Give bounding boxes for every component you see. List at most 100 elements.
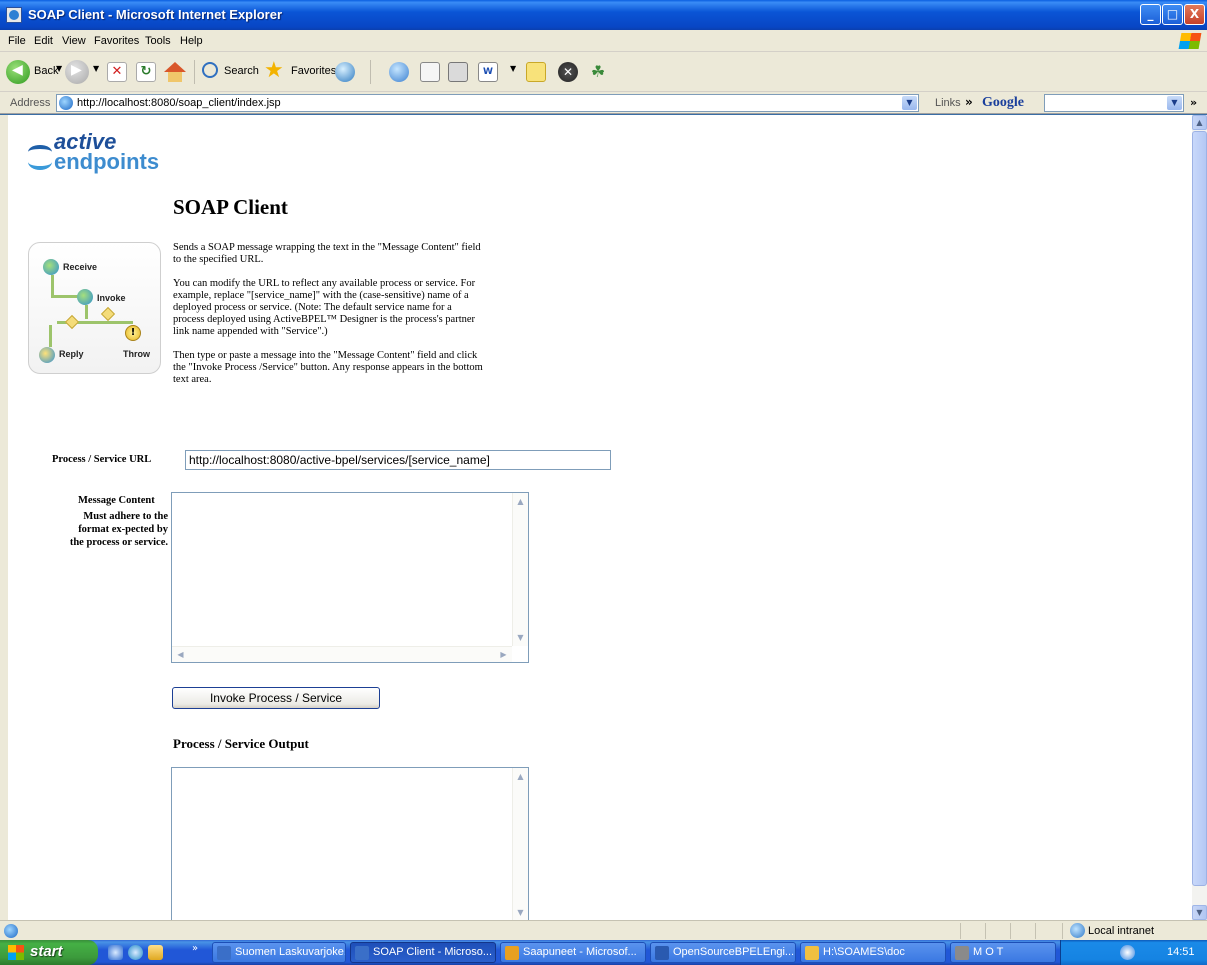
tray-expand-icon[interactable] [1120, 945, 1135, 960]
diagram-connector [49, 325, 52, 347]
diagram-reply-label: Reply [59, 349, 84, 359]
mail-icon[interactable] [420, 62, 440, 82]
address-input[interactable]: http://localhost:8080/soap_client/index.… [56, 94, 919, 112]
media-icon[interactable] [335, 62, 355, 82]
address-bar: Address http://localhost:8080/soap_clien… [0, 92, 1207, 114]
title-bar: SOAP Client - Microsoft Internet Explore… [0, 0, 1207, 30]
toolbar-more-chevron-icon[interactable]: » [1190, 96, 1197, 109]
intranet-zone-icon [1070, 923, 1085, 938]
task-label: OpenSourceBPELEngi... [673, 946, 795, 958]
scroll-down-icon[interactable]: ▼ [515, 907, 526, 918]
home-icon[interactable] [164, 62, 186, 72]
windows-logo-icon [1178, 33, 1202, 49]
scroll-up-icon[interactable]: ▲ [515, 771, 526, 782]
description-paragraph: You can modify the URL to reflect any av… [173, 278, 476, 337]
task-button[interactable]: M O T [950, 942, 1056, 963]
scroll-left-icon[interactable]: ◀ [175, 649, 186, 660]
task-button[interactable]: Suomen Laskuvarjoke... [212, 942, 346, 963]
scroll-right-icon[interactable]: ▶ [498, 649, 509, 660]
favorites-button[interactable]: Favorites [291, 65, 336, 77]
diagram-invoke-label: Invoke [97, 293, 126, 303]
diagram-connector [51, 275, 54, 295]
task-button[interactable]: OpenSourceBPELEngi... [650, 942, 796, 963]
window-left-border [0, 115, 8, 920]
address-url[interactable]: http://localhost:8080/soap_client/index.… [77, 97, 281, 109]
invoke-process-button[interactable]: Invoke Process / Service [172, 687, 380, 709]
service-url-input[interactable]: http://localhost:8080/active-bpel/servic… [185, 450, 611, 470]
status-divider [1010, 923, 1011, 939]
forward-button[interactable]: ▶ [65, 60, 89, 84]
edit-word-icon[interactable]: W [478, 62, 498, 82]
page-content: active endpoints SOAP Client Receive Inv… [8, 115, 1192, 920]
stop-button[interactable]: ✕ [107, 62, 127, 82]
print-icon[interactable] [448, 62, 468, 82]
search-button[interactable]: Search [224, 65, 259, 77]
quicklaunch-more-icon[interactable]: » [192, 943, 198, 954]
internet-explorer-icon[interactable] [128, 945, 143, 960]
back-button[interactable]: ◀ [6, 60, 30, 84]
page-scroll-thumb[interactable] [1192, 131, 1207, 886]
logo-swoosh-icon [28, 154, 52, 170]
contacts-icon[interactable]: ☘ [588, 62, 608, 82]
start-label: start [30, 943, 63, 960]
ie-window-icon [6, 7, 22, 23]
task-button[interactable]: Saapuneet - Microsof... [500, 942, 646, 963]
page-title: SOAP Client [173, 195, 288, 219]
throw-icon: ! [125, 325, 141, 341]
start-button[interactable]: start [0, 940, 98, 965]
google-search-input[interactable]: ▼ [1044, 94, 1184, 112]
folder-icon[interactable] [148, 945, 163, 960]
clock[interactable]: 14:51 [1167, 946, 1195, 958]
description-paragraph: Sends a SOAP message wrapping the text i… [173, 242, 481, 265]
task-button[interactable]: H:\SOAMES\doc [800, 942, 946, 963]
page-status-icon [4, 924, 18, 938]
links-label[interactable]: Links [935, 97, 961, 109]
menu-bar: File Edit View Favorites Tools Help [0, 30, 1207, 52]
forward-dropdown-icon[interactable]: ▼ [93, 64, 99, 73]
page-scroll-down-icon[interactable]: ▼ [1192, 905, 1207, 920]
back-label[interactable]: Back [34, 65, 58, 77]
menu-tools[interactable]: Tools [145, 35, 171, 47]
messenger-icon[interactable]: ✕ [558, 62, 578, 82]
windows-flag-icon [8, 945, 24, 960]
refresh-button[interactable]: ↻ [136, 62, 156, 82]
show-desktop-icon[interactable] [108, 945, 123, 960]
scroll-down-icon[interactable]: ▼ [515, 632, 526, 643]
maximize-button[interactable]: □ [1162, 4, 1183, 25]
menu-favorites[interactable]: Favorites [94, 35, 139, 47]
page-scrollbar[interactable]: ▲ ▼ [1192, 115, 1207, 920]
menu-view[interactable]: View [62, 35, 86, 47]
menu-edit[interactable]: Edit [34, 35, 53, 47]
description-paragraph: Then type or paste a message into the "M… [173, 350, 483, 385]
diagram-receive-label: Receive [63, 262, 98, 272]
home-button[interactable] [168, 72, 182, 82]
output-vertical-scrollbar[interactable]: ▲ ▼ [512, 768, 528, 920]
security-zone: Local intranet [1088, 925, 1155, 937]
reply-icon [39, 347, 55, 363]
service-output-textarea[interactable]: ▲ ▼ [171, 767, 529, 920]
address-dropdown-icon[interactable]: ▼ [902, 96, 917, 110]
message-horizontal-scrollbar[interactable]: ◀ ▶ [172, 646, 512, 662]
edit-dropdown-icon[interactable]: ▼ [510, 64, 516, 73]
history-icon[interactable] [389, 62, 409, 82]
google-dropdown-icon[interactable]: ▼ [1167, 96, 1182, 110]
google-toolbar-logo[interactable]: Google [982, 95, 1024, 111]
message-format-note: Must adhere to the format ex-pected by t… [69, 511, 168, 548]
page-scroll-up-icon[interactable]: ▲ [1192, 115, 1207, 130]
task-button-active[interactable]: SOAP Client - Microso... [350, 942, 496, 963]
notes-icon[interactable] [526, 62, 546, 82]
minimize-button[interactable]: _ [1140, 4, 1161, 25]
favorites-star-icon[interactable]: ★ [264, 58, 284, 83]
toolbar-divider [194, 60, 195, 84]
menu-help[interactable]: Help [180, 35, 203, 47]
links-chevron-icon[interactable]: » [965, 95, 973, 109]
menu-file[interactable]: File [8, 35, 26, 47]
search-icon[interactable] [202, 62, 218, 78]
scroll-up-icon[interactable]: ▲ [515, 496, 526, 507]
back-dropdown-icon[interactable]: ▼ [56, 64, 62, 73]
close-button[interactable]: X [1184, 4, 1205, 25]
logo-text-endpoints: endpoints [54, 149, 160, 174]
diagram-flow-diamond [64, 314, 80, 330]
message-vertical-scrollbar[interactable]: ▲ ▼ [512, 493, 528, 646]
message-content-textarea[interactable]: ▲ ▼ ◀ ▶ [171, 492, 529, 663]
